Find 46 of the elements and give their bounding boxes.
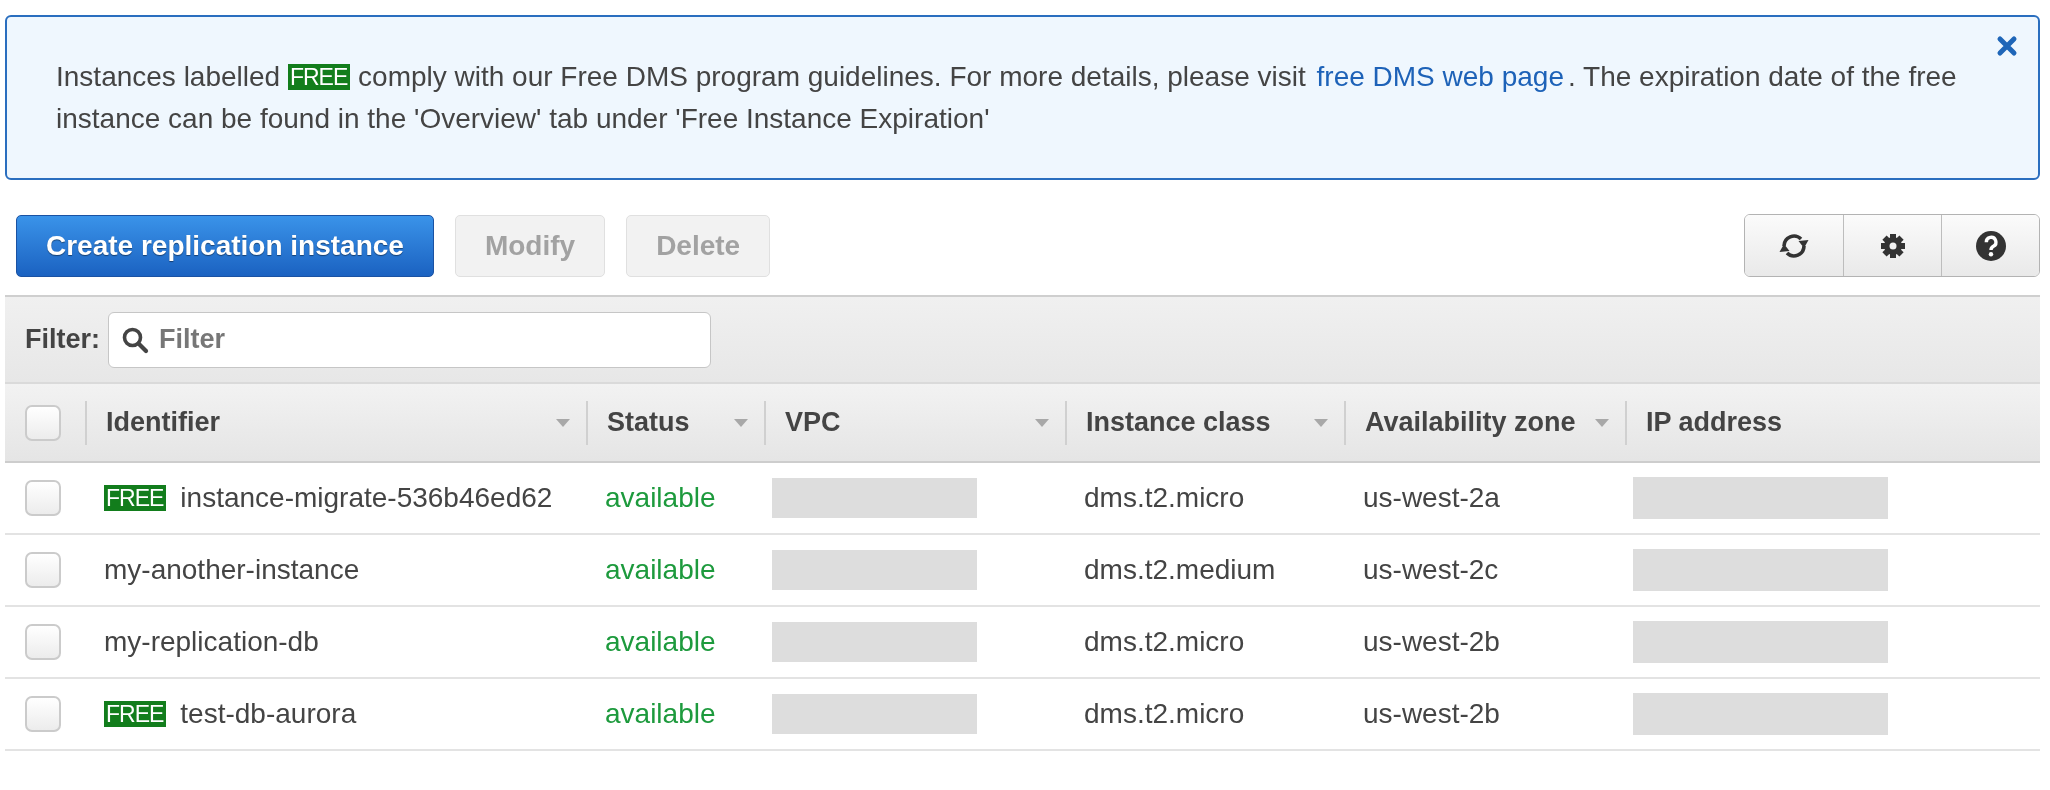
instance-class: dms.t2.micro	[1084, 626, 1245, 658]
instance-identifier[interactable]: test-db-aurora	[180, 698, 357, 730]
status-text: available	[605, 482, 716, 514]
column-header[interactable]: Status	[607, 407, 690, 438]
availability-zone: us-west-2a	[1363, 482, 1500, 514]
free-badge: FREE	[104, 485, 167, 511]
instance-class: dms.t2.medium	[1084, 554, 1276, 586]
instance-class: dms.t2.micro	[1084, 482, 1245, 514]
select-all-checkbox[interactable]	[25, 404, 61, 441]
filter-input[interactable]: Filter	[108, 311, 711, 368]
create-button[interactable]: Create replication instance	[16, 214, 434, 277]
free-badge: FREE	[287, 64, 351, 90]
sort-caret-icon[interactable]	[556, 418, 570, 427]
status-text: available	[605, 554, 716, 586]
sort-caret-icon[interactable]	[1035, 418, 1049, 427]
web-page-link[interactable]: free DMS web page	[1316, 61, 1564, 92]
availability-zone: us-west-2b	[1363, 626, 1500, 658]
settings-button[interactable]	[1843, 215, 1941, 276]
row-checkbox[interactable]	[25, 624, 61, 660]
column-header[interactable]: Identifier	[106, 407, 220, 438]
close-icon[interactable]	[1996, 35, 2018, 57]
free-badge: FREE	[104, 701, 167, 727]
refresh-button[interactable]	[1745, 215, 1843, 276]
help-button[interactable]	[1941, 215, 2039, 276]
column-header[interactable]: Availability zone	[1365, 407, 1576, 438]
status-text: available	[605, 698, 716, 730]
row-checkbox[interactable]	[25, 480, 61, 516]
notice-message: Instances labelled FREE comply with our Free DMS program guidelines. For more details, please visit free DMS web page. The expiration date of the free instance can be found in the 'Overview' tab under 'Free Instance Expiration'	[56, 60, 1958, 136]
availability-zone: us-west-2c	[1363, 554, 1499, 586]
column-header[interactable]: Instance class	[1086, 407, 1271, 438]
row-checkbox[interactable]	[25, 696, 61, 732]
sort-caret-icon[interactable]	[734, 418, 748, 427]
instance-class: dms.t2.micro	[1084, 698, 1245, 730]
instance-identifier[interactable]: my-replication-db	[104, 626, 319, 658]
column-header[interactable]: VPC	[785, 407, 841, 438]
sort-caret-icon[interactable]	[1595, 418, 1609, 427]
status-text: available	[605, 626, 716, 658]
help-icon	[1974, 229, 2007, 262]
search-icon	[121, 325, 149, 354]
filter-label: Filter:	[25, 324, 100, 355]
availability-zone: us-west-2b	[1363, 698, 1500, 730]
instance-identifier[interactable]: my-another-instance	[104, 554, 360, 586]
row-checkbox[interactable]	[25, 552, 61, 588]
column-header[interactable]: IP address	[1646, 407, 1783, 438]
sort-caret-icon[interactable]	[1314, 418, 1328, 427]
instance-identifier[interactable]: instance-migrate-536b46ed62	[180, 482, 553, 514]
